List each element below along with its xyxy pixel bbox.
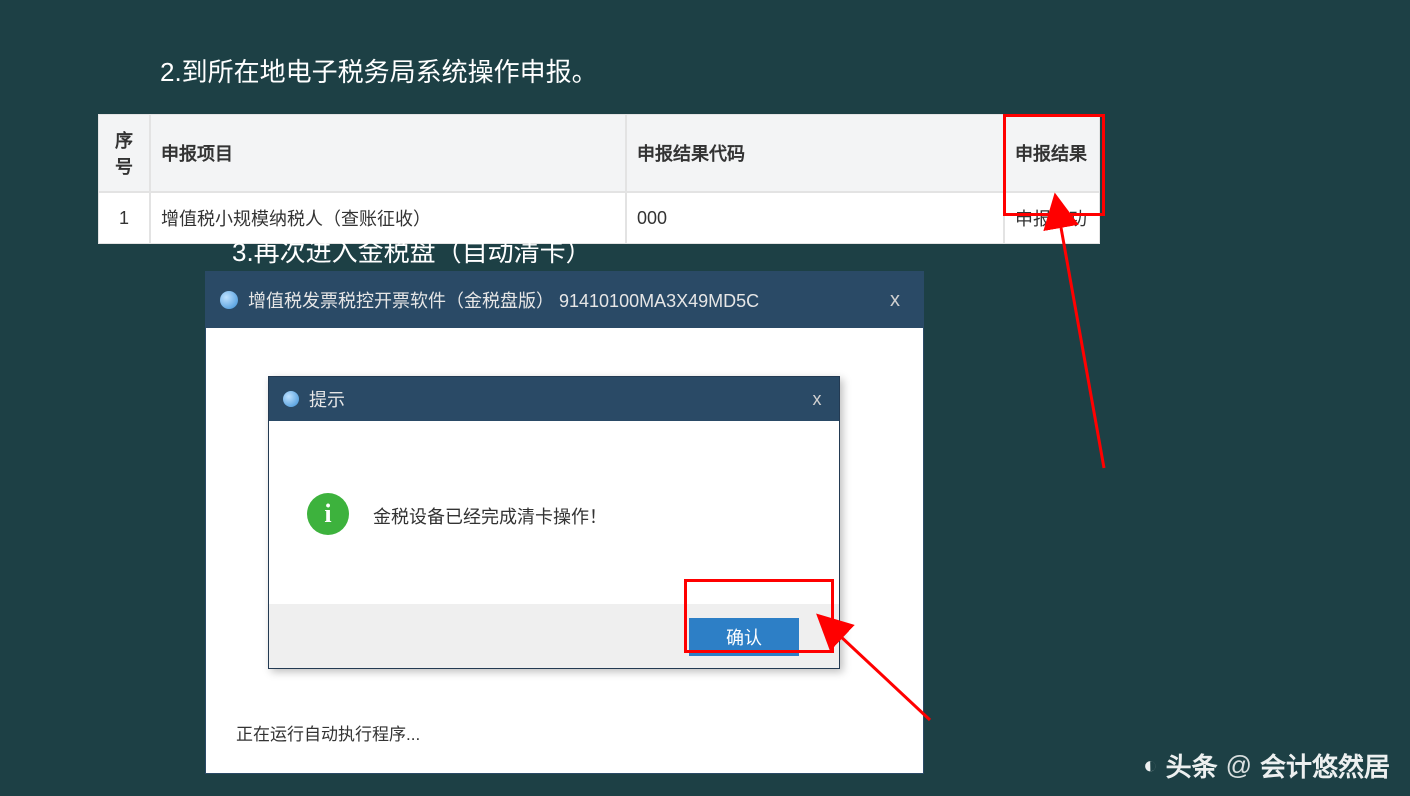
dialog-icon bbox=[283, 391, 299, 407]
app-body: 提示 x i 金税设备已经完成清卡操作！ 确认 正在运行自动执行程序... bbox=[206, 328, 923, 773]
app-icon bbox=[220, 291, 238, 309]
table-header-row: 序号 申报项目 申报结果代码 申报结果 bbox=[98, 114, 1100, 192]
prompt-dialog: 提示 x i 金税设备已经完成清卡操作！ 确认 bbox=[268, 376, 840, 669]
dialog-footer: 确认 bbox=[269, 604, 839, 668]
td-seq: 1 bbox=[98, 192, 150, 244]
watermark-name: 会计悠然居 bbox=[1260, 747, 1390, 784]
confirm-button[interactable]: 确认 bbox=[689, 618, 799, 656]
tax-software-window: 增值税发票税控开票软件（金税盘版） 91410100MA3X49MD5C x 提… bbox=[205, 271, 924, 774]
step2-heading: 2.到所在地电子税务局系统操作申报。 bbox=[160, 52, 598, 89]
running-status-text: 正在运行自动执行程序... bbox=[236, 720, 420, 745]
step3-heading: 3.再次进入金税盘（自动清卡） bbox=[232, 232, 592, 269]
dialog-title: 提示 bbox=[309, 386, 345, 412]
th-code: 申报结果代码 bbox=[626, 114, 1004, 192]
app-close-button[interactable]: x bbox=[867, 272, 923, 328]
arrow-to-result bbox=[1060, 222, 1104, 468]
declaration-table: 序号 申报项目 申报结果代码 申报结果 1 增值税小规模纳税人（查账征收） 00… bbox=[98, 114, 1100, 244]
th-item: 申报项目 bbox=[150, 114, 626, 192]
watermark-at: @ bbox=[1226, 750, 1252, 781]
dialog-message: 金税设备已经完成清卡操作！ bbox=[373, 503, 607, 529]
td-code: 000 bbox=[626, 192, 1004, 244]
app-titlebar: 增值税发票税控开票软件（金税盘版） 91410100MA3X49MD5C x bbox=[206, 272, 923, 328]
th-seq: 序号 bbox=[98, 114, 150, 192]
dialog-close-button[interactable]: x bbox=[795, 377, 839, 421]
watermark: ◐ 头条 @ 会计悠然居 bbox=[1143, 747, 1390, 784]
dialog-content: i 金税设备已经完成清卡操作！ 确认 bbox=[269, 421, 839, 668]
watermark-brand: 头条 bbox=[1166, 747, 1218, 784]
td-result: 申报成功 bbox=[1004, 192, 1100, 244]
app-title: 增值税发票税控开票软件（金税盘版） 91410100MA3X49MD5C bbox=[248, 287, 759, 313]
watermark-logo-icon: ◐ bbox=[1143, 752, 1158, 780]
th-result: 申报结果 bbox=[1004, 114, 1100, 192]
info-icon: i bbox=[307, 493, 349, 535]
dialog-titlebar: 提示 x bbox=[269, 377, 839, 421]
